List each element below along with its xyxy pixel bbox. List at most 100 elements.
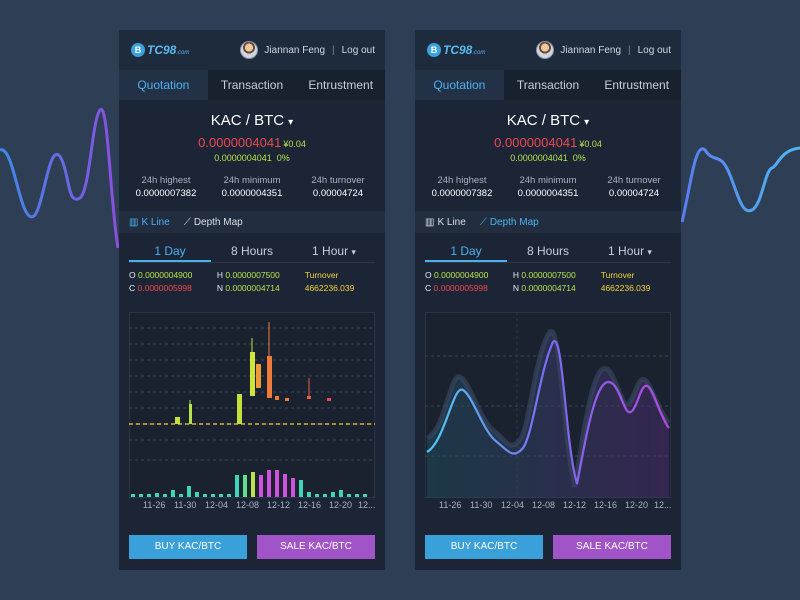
logout-link[interactable]: Log out <box>638 45 671 56</box>
price-rmb: ¥0.04 <box>579 139 602 149</box>
tab-1-hour-label: 1 Hour <box>608 244 645 258</box>
n-label: N <box>512 283 519 293</box>
depth-map-button[interactable]: ⟋ Depth Map <box>480 217 539 228</box>
stat-label: 24h highest <box>141 175 191 186</box>
price-rmb: ¥0.04 <box>283 139 306 149</box>
stat-label: 24h minimum <box>223 175 281 186</box>
stat-value: 0.0000007382 <box>431 188 493 199</box>
change-value: 0.0000004041 <box>214 153 272 163</box>
stat-value: 0.00004724 <box>608 188 660 199</box>
depth-map-label: Depth Map <box>489 216 539 228</box>
chart-mode-bar: ▥ K Line ⟋ Depth Map <box>415 211 681 233</box>
stat-value: 0.0000004351 <box>221 188 283 199</box>
depth-chart[interactable] <box>425 312 671 498</box>
k-line-label: K Line <box>437 216 466 228</box>
turnover-value: 4662236.039 <box>304 283 355 293</box>
h-label: H <box>512 270 519 280</box>
stat-label: 24h minimum <box>519 175 577 186</box>
tab-1-hour[interactable]: 1 Hour ▾ <box>589 241 671 262</box>
logo-mark: B <box>131 43 145 57</box>
tab-transaction[interactable]: Transaction <box>504 70 593 100</box>
tab-1-hour[interactable]: 1 Hour ▾ <box>293 241 375 262</box>
x-tick-label: 12-16 <box>594 500 618 510</box>
stat-turnover: 24h turnover 0.00004724 <box>591 175 677 199</box>
ohlc-panel: O 0.0000004900 C 0.0000005998 H 0.000000… <box>425 270 671 296</box>
avatar[interactable] <box>536 41 555 59</box>
x-tick-label: 12-20 <box>625 500 649 510</box>
change-percent: 0% <box>572 153 586 163</box>
x-tick-label: 12... <box>654 500 672 510</box>
n-value: 0.0000004714 <box>521 283 576 293</box>
phone-screen-kline: B TC98.com Jiannan Feng | Log out Quotat… <box>119 30 385 570</box>
x-tick-label: 12-08 <box>532 500 556 510</box>
tab-quotation[interactable]: Quotation <box>415 70 504 100</box>
user-area: Jiannan Feng | Log out <box>240 41 375 59</box>
chevron-down-icon: ▾ <box>288 117 294 128</box>
stat-label: 24h turnover <box>311 175 365 186</box>
x-tick-label: 12-12 <box>563 500 587 510</box>
tab-8-hours[interactable]: 8 Hours <box>211 241 293 262</box>
chevron-down-icon: ▾ <box>584 117 590 128</box>
stat-value: 0.00004724 <box>312 188 364 199</box>
x-tick-label: 12-04 <box>205 500 229 510</box>
stat-highest: 24h highest 0.0000007382 <box>123 175 209 199</box>
avatar[interactable] <box>240 41 259 59</box>
price-row: 0.0000004041 ¥0.04 <box>119 134 385 152</box>
user-name: Jiannan Feng <box>264 44 326 56</box>
high-value: 0.0000007500 <box>225 270 280 280</box>
stat-label: 24h turnover <box>607 175 661 186</box>
depth-map-button[interactable]: ⟋ Depth Map <box>184 217 243 228</box>
x-tick-label: 11-26 <box>439 500 462 510</box>
turnover-label: Turnover <box>304 270 339 280</box>
pair-label: KAC / BTC <box>210 112 285 129</box>
pair-selector[interactable]: KAC / BTC ▾ <box>415 112 681 129</box>
k-line-button[interactable]: ▥ K Line <box>129 217 170 228</box>
open-value: 0.0000004900 <box>138 270 193 280</box>
x-tick-label: 12... <box>358 500 376 510</box>
divider: | <box>628 44 631 56</box>
tab-1-day[interactable]: 1 Day <box>425 241 507 262</box>
trend-line-icon: ⟋ <box>183 216 191 228</box>
logo[interactable]: B TC98.com <box>427 43 485 57</box>
logo[interactable]: B TC98.com <box>131 43 189 57</box>
tab-entrustment[interactable]: Entrustment <box>592 70 681 100</box>
tab-quotation[interactable]: Quotation <box>119 70 208 100</box>
k-line-label: K Line <box>141 216 170 228</box>
divider: | <box>332 44 335 56</box>
tab-1-hour-label: 1 Hour <box>312 244 349 258</box>
n-label: N <box>216 283 223 293</box>
c-label: C <box>425 283 432 293</box>
pair-selector[interactable]: KAC / BTC ▾ <box>119 112 385 129</box>
sale-button[interactable]: SALE KAC/BTC <box>257 535 375 559</box>
tab-entrustment[interactable]: Entrustment <box>296 70 385 100</box>
logout-link[interactable]: Log out <box>342 45 375 56</box>
current-price: 0.0000004041 <box>198 135 282 150</box>
tab-1-day[interactable]: 1 Day <box>129 241 211 262</box>
timeframe-tabs: 1 Day 8 Hours 1 Hour ▾ <box>425 241 671 263</box>
kline-chart[interactable] <box>129 312 375 498</box>
phone-screen-depth-map: B TC98.com Jiannan Feng | Log out Quotat… <box>415 30 681 570</box>
price-change: 0.0000004041 0% <box>119 153 385 163</box>
logo-text: TC98.com <box>147 43 190 57</box>
buy-button[interactable]: BUY KAC/BTC <box>129 535 247 559</box>
stat-turnover: 24h turnover 0.00004724 <box>295 175 381 199</box>
stat-value: 0.0000007382 <box>135 188 197 199</box>
logo-text: TC98.com <box>443 43 486 57</box>
bar-chart-icon: ▥ <box>129 216 139 228</box>
h-label: H <box>216 270 223 280</box>
tab-8-hours[interactable]: 8 Hours <box>507 241 589 262</box>
action-buttons: BUY KAC/BTC SALE KAC/BTC <box>425 535 671 559</box>
x-tick-label: 12-04 <box>501 500 525 510</box>
k-line-button[interactable]: ▥ K Line <box>425 217 466 228</box>
tab-transaction[interactable]: Transaction <box>208 70 297 100</box>
x-tick-label: 12-12 <box>267 500 291 510</box>
stats-row: 24h highest 0.0000007382 24h minimum 0.0… <box>119 175 385 199</box>
user-name: Jiannan Feng <box>560 44 622 56</box>
chart-mode-bar: ▥ K Line ⟋ Depth Map <box>119 211 385 233</box>
close-value: 0.0000005998 <box>433 283 488 293</box>
open-value: 0.0000004900 <box>434 270 489 280</box>
buy-button[interactable]: BUY KAC/BTC <box>425 535 543 559</box>
sale-button[interactable]: SALE KAC/BTC <box>553 535 671 559</box>
high-value: 0.0000007500 <box>521 270 576 280</box>
stat-highest: 24h highest 0.0000007382 <box>419 175 505 199</box>
